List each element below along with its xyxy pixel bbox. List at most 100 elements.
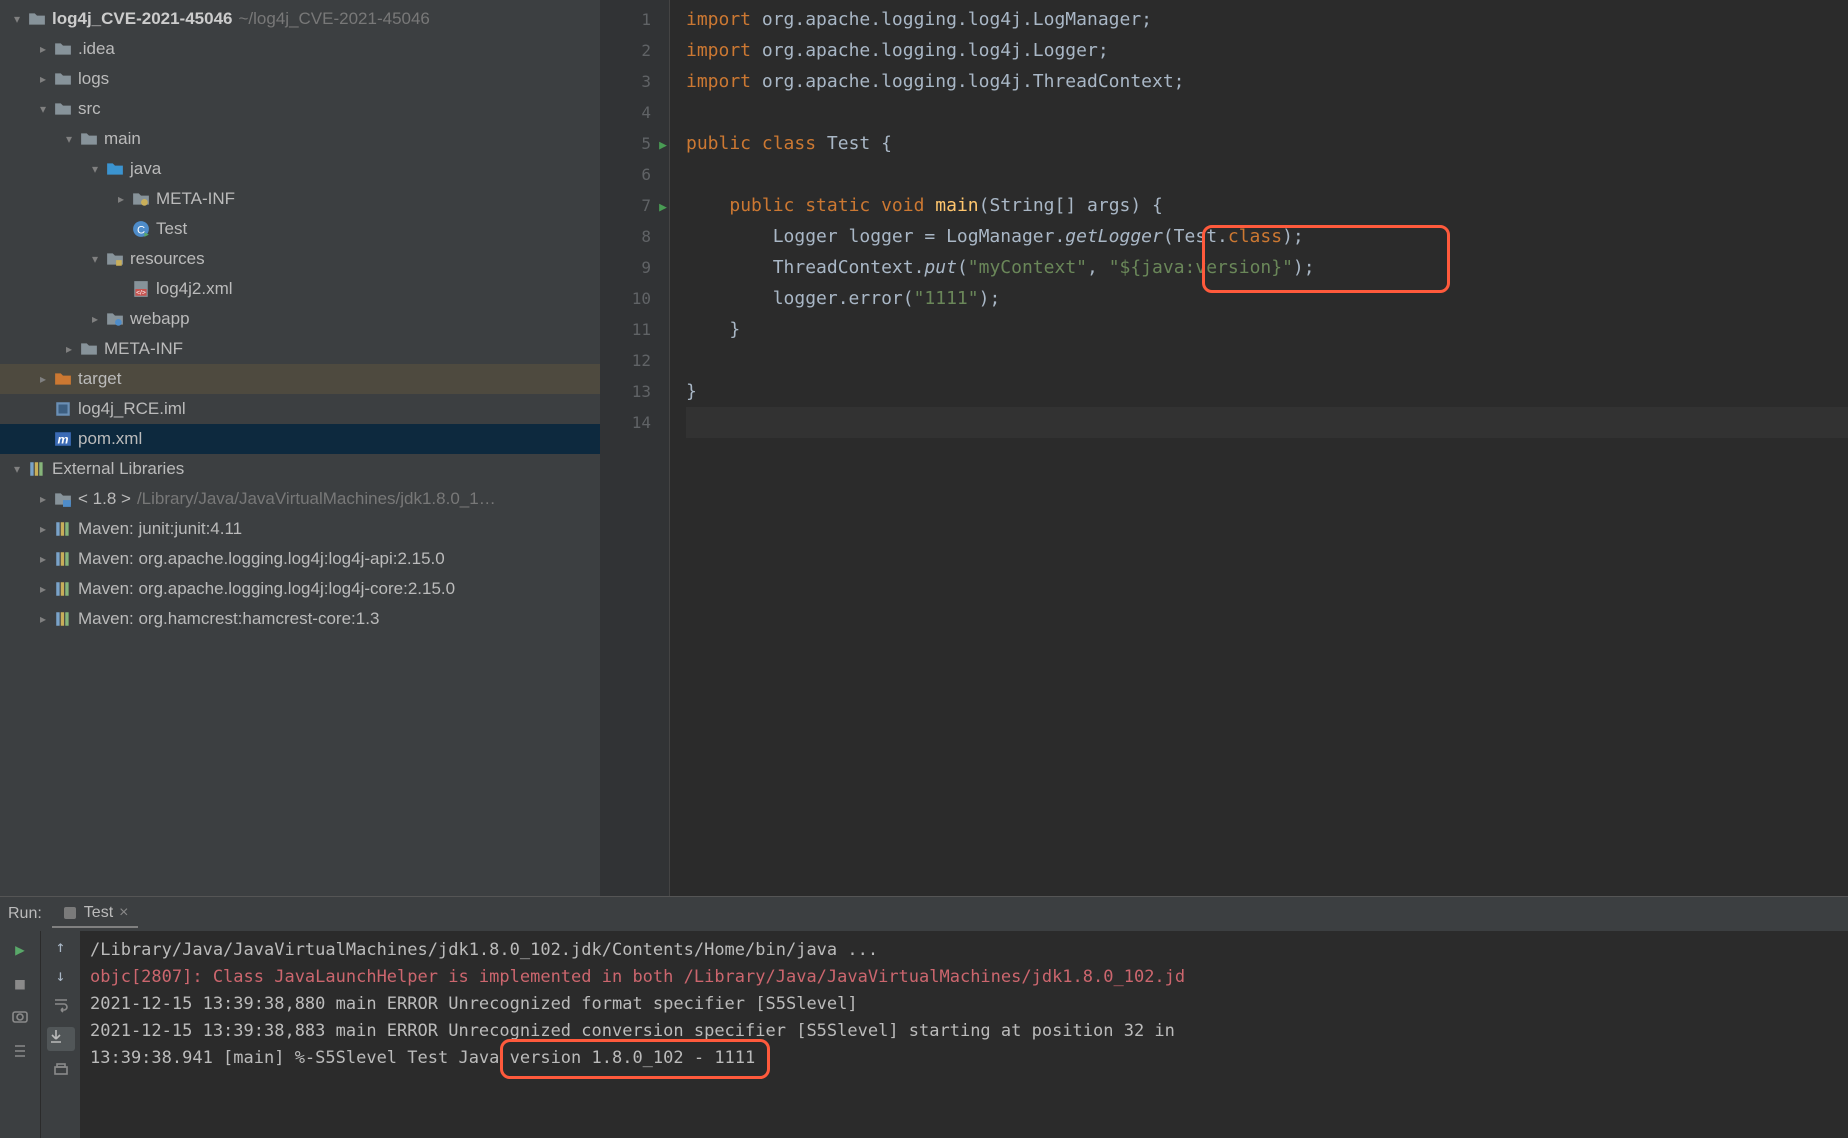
code-line[interactable]: import org.apache.logging.log4j.LogManag…: [686, 4, 1848, 35]
code-line[interactable]: import org.apache.logging.log4j.Logger;: [686, 35, 1848, 66]
code-editor[interactable]: 1234▶56▶7891011121314 import org.apache.…: [600, 0, 1848, 896]
code-line[interactable]: [686, 159, 1848, 190]
tree-item--idea[interactable]: ▸.idea: [0, 34, 600, 64]
folder-web-icon: [104, 310, 126, 328]
chevron-right-icon[interactable]: ▸: [34, 552, 52, 566]
tree-item-test[interactable]: CTest: [0, 214, 600, 244]
layout-button[interactable]: [8, 1039, 32, 1063]
run-tab-test[interactable]: Test ×: [52, 900, 139, 928]
line-number: 11: [600, 314, 651, 345]
tree-item-maven-org-hamcrest-hamcrest-core-1-3[interactable]: ▸ Maven: org.hamcrest:hamcrest-core:1.3: [0, 604, 600, 634]
tree-item-log4j-cve-2021-45046[interactable]: ▾log4j_CVE-2021-45046~/log4j_CVE-2021-45…: [0, 4, 600, 34]
run-gutter-icon[interactable]: ▶: [659, 130, 667, 161]
tree-item-label: webapp: [130, 309, 190, 329]
close-icon[interactable]: ×: [119, 904, 128, 922]
folder-icon: [78, 130, 100, 148]
folder-res-icon: [104, 250, 126, 268]
chevron-right-icon[interactable]: ▸: [34, 72, 52, 86]
chevron-right-icon[interactable]: ▸: [34, 582, 52, 596]
tree-item-meta-inf[interactable]: ▸META-INF: [0, 334, 600, 364]
chevron-right-icon[interactable]: ▸: [34, 612, 52, 626]
tree-item-label: Maven: org.hamcrest:hamcrest-core:1.3: [78, 609, 379, 629]
editor-code-area[interactable]: import org.apache.logging.log4j.LogManag…: [670, 0, 1848, 896]
tree-item-maven-junit-junit-4-11[interactable]: ▸Maven: junit:junit:4.11: [0, 514, 600, 544]
dump-button[interactable]: [8, 1005, 32, 1029]
stop-button[interactable]: ■: [8, 971, 32, 995]
line-number: 5: [600, 128, 651, 159]
chevron-right-icon[interactable]: ▸: [34, 372, 52, 386]
project-tree[interactable]: ▾log4j_CVE-2021-45046~/log4j_CVE-2021-45…: [0, 0, 600, 896]
line-number: 12: [600, 345, 651, 376]
print-button[interactable]: [52, 1061, 70, 1083]
tree-item-external-libraries[interactable]: ▾ External Libraries: [0, 454, 600, 484]
tree-item-resources[interactable]: ▾resources: [0, 244, 600, 274]
soft-wrap-button[interactable]: [52, 995, 70, 1017]
tree-item-logs[interactable]: ▸ logs: [0, 64, 600, 94]
line-number: 7: [600, 190, 651, 221]
console-line: 2021-12-15 13:39:38,883 main ERROR Unrec…: [90, 1018, 1838, 1045]
line-number: 13: [600, 376, 651, 407]
console-line: 2021-12-15 13:39:38,880 main ERROR Unrec…: [90, 991, 1838, 1018]
scroll-to-end-button[interactable]: [47, 1027, 75, 1051]
run-gutter-icon[interactable]: ▶: [659, 192, 667, 223]
tree-item-label: Maven: org.apache.logging.log4j:log4j-co…: [78, 579, 455, 599]
code-line[interactable]: import org.apache.logging.log4j.ThreadCo…: [686, 66, 1848, 97]
up-stack-button[interactable]: ↑: [56, 937, 66, 956]
application-icon: [62, 905, 78, 921]
code-line[interactable]: [686, 407, 1848, 438]
rerun-button[interactable]: ▶: [8, 937, 32, 961]
code-line[interactable]: [686, 345, 1848, 376]
tree-item-label: External Libraries: [52, 459, 184, 479]
tree-item-meta-inf[interactable]: ▸META-INF: [0, 184, 600, 214]
tree-item-log4j-rce-iml[interactable]: log4j_RCE.iml: [0, 394, 600, 424]
tree-item-webapp[interactable]: ▸ webapp: [0, 304, 600, 334]
svg-text:C: C: [137, 225, 145, 237]
mvnlib-icon: [52, 550, 74, 568]
tree-item-maven-org-apache-logging-log4j-log4j-core-2-15-0[interactable]: ▸ Maven: org.apache.logging.log4j:log4j-c…: [0, 574, 600, 604]
chevron-down-icon[interactable]: ▾: [8, 12, 26, 26]
tree-item--1-8-[interactable]: ▸< 1.8 >/Library/Java/JavaVirtualMachine…: [0, 484, 600, 514]
chevron-right-icon[interactable]: ▸: [86, 312, 104, 326]
tree-item-label: log4j2.xml: [156, 279, 233, 299]
folder-src-icon: [104, 160, 126, 178]
chevron-down-icon[interactable]: ▾: [86, 252, 104, 266]
code-line[interactable]: [686, 97, 1848, 128]
code-line[interactable]: Logger logger = LogManager.getLogger(Tes…: [686, 221, 1848, 252]
tree-item-maven-org-apache-logging-log4j-log4j-api-2-15-0[interactable]: ▸Maven: org.apache.logging.log4j:log4j-a…: [0, 544, 600, 574]
tree-item-target[interactable]: ▸target: [0, 364, 600, 394]
chevron-right-icon[interactable]: ▸: [34, 522, 52, 536]
line-number: 6: [600, 159, 651, 190]
run-toolbar-secondary: ↑ ↓: [40, 931, 80, 1138]
tree-item-src[interactable]: ▾ src: [0, 94, 600, 124]
code-line[interactable]: ThreadContext.put("myContext", "${java:v…: [686, 252, 1848, 283]
tree-item-label: logs: [78, 69, 109, 89]
console-output[interactable]: /Library/Java/JavaVirtualMachines/jdk1.8…: [80, 931, 1848, 1138]
tree-item-log4j2-xml[interactable]: </>log4j2.xml: [0, 274, 600, 304]
chevron-down-icon[interactable]: ▾: [86, 162, 104, 176]
chevron-right-icon[interactable]: ▸: [60, 342, 78, 356]
tree-item-java[interactable]: ▾java: [0, 154, 600, 184]
class-run-icon: C: [130, 220, 152, 238]
code-line[interactable]: public static void main(String[] args) {: [686, 190, 1848, 221]
lib-icon: [26, 460, 48, 478]
code-line[interactable]: public class Test {: [686, 128, 1848, 159]
chevron-down-icon[interactable]: ▾: [34, 102, 52, 116]
tree-item-main[interactable]: ▾main: [0, 124, 600, 154]
code-line[interactable]: }: [686, 376, 1848, 407]
code-line[interactable]: logger.error("1111");: [686, 283, 1848, 314]
chevron-right-icon[interactable]: ▸: [34, 42, 52, 56]
tree-item-pom-xml[interactable]: mpom.xml: [0, 424, 600, 454]
code-line[interactable]: }: [686, 314, 1848, 345]
editor-gutter: 1234▶56▶7891011121314: [600, 0, 670, 896]
line-number: 1: [600, 4, 651, 35]
down-stack-button[interactable]: ↓: [56, 966, 66, 985]
chevron-down-icon[interactable]: ▾: [8, 462, 26, 476]
chevron-right-icon[interactable]: ▸: [112, 192, 130, 206]
folder-icon: [78, 340, 100, 358]
run-tab-bar: Run: Test ×: [0, 897, 1848, 931]
chevron-down-icon[interactable]: ▾: [60, 132, 78, 146]
folder-icon: [52, 100, 74, 118]
chevron-right-icon[interactable]: ▸: [34, 492, 52, 506]
tree-item-label: src: [78, 99, 101, 119]
line-number: 3: [600, 66, 651, 97]
